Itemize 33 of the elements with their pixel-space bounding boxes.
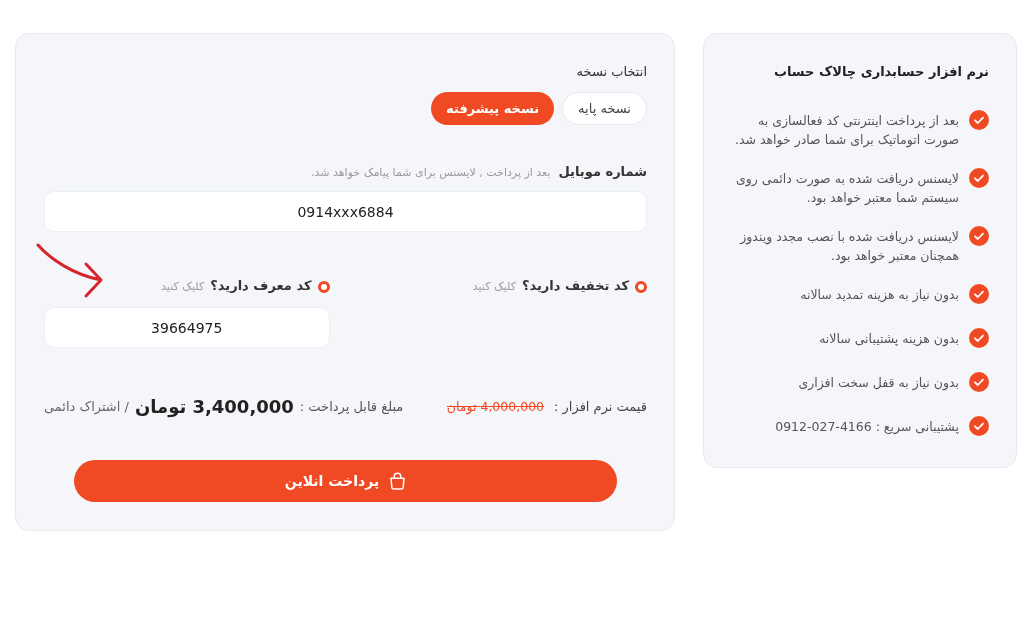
check-icon	[969, 416, 989, 436]
check-icon	[969, 168, 989, 188]
radio-icon	[635, 280, 647, 293]
field-label: شماره موبایل	[558, 163, 647, 181]
field-hint: بعد از پرداخت , لایسنس برای شما پیامک خواهد شد.	[311, 165, 551, 181]
edition-tab[interactable]: نسخه پایه	[562, 92, 647, 125]
section-label: انتخاب نسخه	[575, 63, 647, 81]
price-label: قیمت نرم افزار :	[554, 398, 647, 417]
feature-text: لایسنس دریافت شده با نصب مجدد ویندوز همچنان معتبر خواهد بود.	[738, 228, 959, 265]
check-icon	[969, 110, 989, 130]
pay-button[interactable]: پرداخت انلاین	[74, 460, 617, 502]
check-icon	[969, 328, 989, 348]
mobile-input-field[interactable]: 0914xxx6884	[44, 191, 647, 232]
feature-text: لایسنس دریافت شده به صورت دائمی روی سیستم شما معتبر خواهد بود.	[734, 170, 959, 207]
code-toggle[interactable]: کد تخفیف دارید؟ کلیک کنید	[472, 276, 647, 297]
payable-label: مبلغ قابل پرداخت :	[299, 398, 404, 417]
feature-text: بدون نیاز به هزینه تمدید سالانه	[800, 286, 959, 304]
feature-text: بعد از پرداخت اینترنتی کد فعالسازی به صورت اتوماتیک برای شما صادر خواهد شد.	[733, 112, 959, 149]
code-input-field[interactable]: 39664975	[44, 307, 330, 348]
payable-amount: 3,400,000 تومان	[134, 395, 294, 420]
code-toggle[interactable]: کد معرف دارید؟ کلیک کنید	[161, 276, 330, 297]
check-icon	[969, 284, 989, 304]
subscription-note: / اشتراک دائمی	[44, 398, 129, 417]
old-price: 4,000,000 تومان	[446, 397, 545, 417]
shopping-bag-icon	[389, 472, 407, 490]
check-icon	[969, 226, 989, 246]
arrow-icon	[36, 243, 104, 299]
card-title: نرم افزار حسابداری چالاک حساب	[772, 63, 989, 82]
edition-tab[interactable]: نسخه پیشرفته	[431, 92, 555, 125]
radio-icon	[317, 280, 330, 293]
feature-text: بدون نیاز به قفل سخت افزاری	[798, 374, 959, 392]
feature-text: بدون هزینه پشتیبانی سالانه	[819, 330, 959, 348]
check-icon	[969, 372, 989, 392]
